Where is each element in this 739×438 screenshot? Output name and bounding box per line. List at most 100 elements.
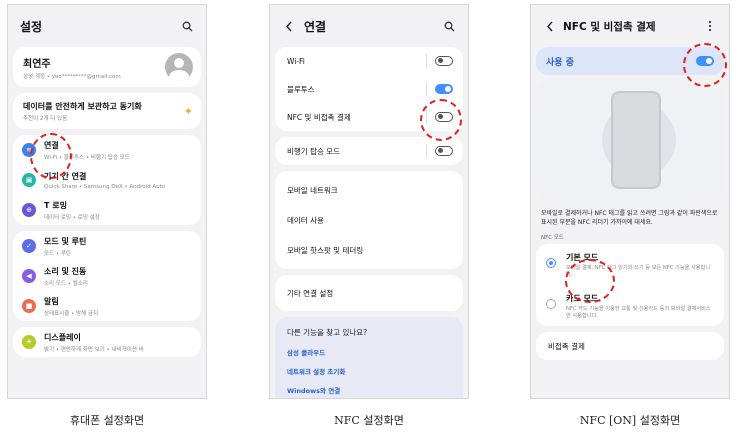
caption-nfc: NFC 설정화면	[334, 414, 404, 427]
sun-icon: ☀	[22, 335, 36, 349]
contactless-payment-row[interactable]: 비접촉 결제	[536, 332, 724, 360]
settings-item-title: 소리 및 진동	[44, 266, 87, 276]
nfc-illustration	[536, 81, 724, 199]
profile-account: 삼성 계정 • yeo*********@gmail.com	[23, 73, 121, 80]
link-windows[interactable]: Windows와 연결	[287, 385, 451, 395]
nfc-row[interactable]: NFC 및 비접촉 결제	[275, 103, 463, 131]
mode-card-title: 카드 모드	[566, 294, 599, 303]
settings-item-title: 기기 간 연결	[44, 171, 87, 181]
caption-settings: 휴대폰 설정화면	[69, 414, 145, 427]
search-icon[interactable]	[180, 19, 194, 33]
settings-item-title: T 로밍	[44, 200, 67, 210]
connections-toggles-card: Wi-Fi 블루투스 NFC 및 비접촉 결제	[275, 47, 463, 131]
connections-header: 연결	[270, 5, 468, 47]
link-samsung-cloud[interactable]: 삼성 클라우드	[287, 347, 451, 357]
nfc-mode-section-label: NFC 모드	[541, 235, 564, 241]
settings-item-sub: 상태표시줄 • 방해 금지	[44, 310, 99, 317]
data-usage-row[interactable]: 데이터 사용	[275, 205, 463, 235]
settings-item-sub: 모드 • 루틴	[44, 250, 71, 257]
divider	[426, 54, 427, 68]
other-connection-settings-row[interactable]: 기타 연결 설정	[275, 279, 463, 307]
nfc-header: NFC 및 비접촉 결제	[531, 5, 729, 47]
network-group-card: 모바일 네트워크 데이터 사용 모바일 핫스팟 및 테더링	[275, 171, 463, 269]
airplane-row[interactable]: 비행기 탑승 모드	[275, 137, 463, 165]
back-icon[interactable]	[543, 19, 557, 33]
phone-image	[611, 91, 661, 189]
bluetooth-row[interactable]: 블루투스	[275, 75, 463, 103]
nfc-mode-card: 기본 모드 모바일 결제, NFC 태그 읽기와 쓰기 등 모든 NFC 기능을…	[536, 244, 724, 326]
backup-title: 데이터를 안전하게 보관하고 동기화	[23, 101, 142, 111]
nfc-description: 모바일로 결제하거나 NFC 태그를 읽고 쓰려면 그림과 같이 파란색으로 표…	[541, 210, 718, 226]
settings-item-sub: 데이터 로밍 • 로밍 설정	[44, 214, 100, 221]
mode-default-row[interactable]: 기본 모드 모바일 결제, NFC 태그 읽기와 쓰기 등 모든 NFC 기능을…	[536, 244, 724, 285]
settings-item-sound[interactable]: ◀ 소리 및 진동소리 모드 • 벨소리	[13, 261, 201, 291]
caption-nfc-on: NFC [ON] 설정화면	[579, 414, 681, 427]
contactless-card: 비접촉 결제	[536, 332, 724, 360]
bell-icon: ■	[22, 299, 36, 313]
settings-item-modes[interactable]: ✓ 모드 및 루틴모드 • 루틴	[13, 231, 201, 261]
nfc-toggle[interactable]	[435, 112, 453, 122]
settings-item-roaming[interactable]: ⊕ T 로밍데이터 로밍 • 로밍 설정	[13, 195, 201, 225]
settings-item-device-connection[interactable]: ▣ 기기 간 연결 Quick Share • Samsung DeX • And…	[13, 165, 201, 195]
airplane-label: 비행기 탑승 모드	[287, 146, 341, 156]
settings-item-title: 모드 및 루틴	[44, 236, 87, 246]
wifi-row[interactable]: Wi-Fi	[275, 47, 463, 75]
wifi-icon: ≋	[22, 143, 36, 157]
profile-name: 최연주	[23, 58, 51, 70]
settings-screen: 설정 최연주 삼성 계정 • yeo*********@gmail.com 데이…	[7, 4, 207, 399]
nfc-main-toggle[interactable]	[696, 56, 714, 66]
connections-screen: 연결 Wi-Fi 블루투스 NFC 및 비접촉 결제 비행기 탑승 모드 모바일…	[269, 4, 469, 399]
backup-suggestion-card[interactable]: 데이터를 안전하게 보관하고 동기화 추천이 2개 더 있음 ✦	[13, 93, 201, 129]
other-settings-card: 기타 연결 설정	[275, 275, 463, 311]
mode-default-radio[interactable]	[546, 258, 556, 268]
mode-card-sub: NFC 카드 기능을 이용한 교통 및 신용카드 등의 모바일 결제서비스만 사…	[566, 306, 711, 319]
hotspot-row[interactable]: 모바일 핫스팟 및 테더링	[275, 235, 463, 265]
suggestions-question: 다른 기능을 찾고 있나요?	[287, 328, 368, 337]
profile-card[interactable]: 최연주 삼성 계정 • yeo*********@gmail.com	[13, 47, 201, 87]
divider	[426, 82, 427, 96]
mode-default-title: 기본 모드	[566, 253, 599, 262]
avatar[interactable]	[165, 53, 193, 81]
wifi-label: Wi-Fi	[287, 56, 305, 66]
wifi-toggle[interactable]	[435, 56, 453, 66]
suggestions-card: 다른 기능을 찾고 있나요? 삼성 클라우드 네트워크 설정 초기화 Windo…	[275, 317, 463, 398]
mobile-network-row[interactable]: 모바일 네트워크	[275, 175, 463, 205]
page-title: NFC 및 비접촉 결제	[563, 20, 656, 33]
link-reset-network[interactable]: 네트워크 설정 초기화	[287, 366, 451, 376]
mode-default-sub: 모바일 결제, NFC 태그 읽기와 쓰기 등 모든 NFC 기능을 사용합니다…	[566, 265, 711, 278]
nfc-screen: NFC 및 비접촉 결제 사용 중 모바일로 결제하거나 NFC 태그를 읽고 …	[530, 4, 730, 399]
page-title: 연결	[304, 19, 327, 34]
settings-group-connections: ≋ 연결 Wi-Fi • 블루투스 • 비행기 탑승 모드 ▣ 기기 간 연결 Qu…	[13, 135, 201, 225]
settings-group-display: ☀ 디스플레이밝기 • 편안하게 화면 보기 • 내비게이션 바	[13, 327, 201, 357]
nfc-master-switch[interactable]: 사용 중	[536, 47, 724, 75]
sparkle-icon: ✦	[183, 104, 193, 118]
check-icon: ✓	[22, 239, 36, 253]
page-title: 설정	[20, 19, 43, 34]
bluetooth-toggle[interactable]	[435, 84, 453, 94]
backup-sub: 추천이 2개 더 있음	[23, 115, 68, 122]
settings-item-connections[interactable]: ≋ 연결 Wi-Fi • 블루투스 • 비행기 탑승 모드	[13, 135, 201, 165]
divider	[426, 144, 427, 158]
settings-group-modes: ✓ 모드 및 루틴모드 • 루틴 ◀ 소리 및 진동소리 모드 • 벨소리 ■ …	[13, 231, 201, 321]
settings-item-sub: Quick Share • Samsung DeX • Android Auto	[44, 183, 166, 190]
mode-card-row[interactable]: 카드 모드 NFC 카드 기능을 이용한 교통 및 신용카드 등의 모바일 결제…	[536, 285, 724, 326]
settings-item-title: 연결	[44, 140, 59, 150]
use-label: 사용 중	[546, 57, 574, 68]
devices-icon: ▣	[22, 173, 36, 187]
globe-icon: ⊕	[22, 203, 36, 217]
settings-header: 설정	[8, 5, 206, 47]
settings-item-display[interactable]: ☀ 디스플레이밝기 • 편안하게 화면 보기 • 내비게이션 바	[13, 327, 201, 357]
settings-item-title: 알림	[44, 296, 59, 306]
divider	[426, 110, 427, 124]
search-icon[interactable]	[442, 19, 456, 33]
settings-item-sub: Wi-Fi • 블루투스 • 비행기 탑승 모드	[44, 154, 130, 161]
back-icon[interactable]	[282, 19, 296, 33]
settings-item-sub: 소리 모드 • 벨소리	[44, 280, 88, 287]
settings-item-sub: 밝기 • 편안하게 화면 보기 • 내비게이션 바	[44, 346, 144, 353]
mode-card-radio[interactable]	[546, 299, 556, 309]
airplane-toggle[interactable]	[435, 146, 453, 156]
more-options-icon[interactable]	[703, 19, 717, 33]
settings-item-notifications[interactable]: ■ 알림상태표시줄 • 방해 금지	[13, 291, 201, 321]
sound-icon: ◀	[22, 269, 36, 283]
settings-item-title: 디스플레이	[44, 332, 81, 342]
